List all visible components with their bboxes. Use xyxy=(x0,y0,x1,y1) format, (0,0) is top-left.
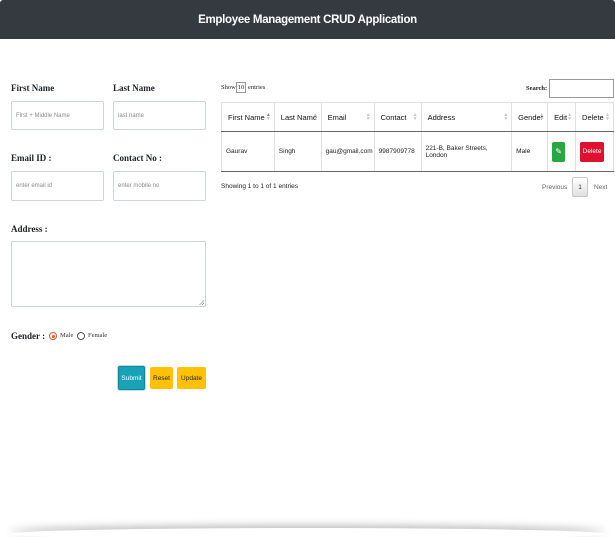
col-contact-label: Contact xyxy=(380,112,407,122)
employee-table: First Name ▲ ▼ Last Name ▲ ▼ Email ▲ ▼ Cont… xyxy=(221,102,614,172)
length-suffix: entries xyxy=(248,84,266,91)
first-name-label: First Name xyxy=(11,83,55,93)
search-input[interactable] xyxy=(549,79,614,98)
length-prefix: Show xyxy=(221,84,236,91)
contact-input[interactable]: enter mobile no xyxy=(113,171,206,201)
pagination-previous[interactable]: Previous xyxy=(542,184,567,191)
gender-male-radio[interactable] xyxy=(49,332,57,340)
email-input[interactable]: enter email id xyxy=(11,171,104,201)
col-address[interactable]: Address ▲ ▼ xyxy=(421,102,513,132)
pagination-page-1[interactable]: 1 xyxy=(572,177,588,197)
cell-last-name: Singh xyxy=(274,131,322,172)
sort-icon: ▲ ▼ xyxy=(503,112,509,122)
app-title: Employee Management CRUD Application xyxy=(198,13,417,26)
email-placeholder: enter email id xyxy=(16,183,53,189)
contact-label: Contact No : xyxy=(113,153,162,163)
gender-female-label: Female xyxy=(88,332,108,339)
table-row: Gaurav Singh gau@gmail.com 9987909778 22… xyxy=(221,131,614,172)
pencil-icon: ✎ xyxy=(555,147,562,156)
app-header: Employee Management CRUD Application xyxy=(0,0,615,39)
cell-first-name: Gaurav xyxy=(221,131,275,172)
contact-placeholder: enter mobile no xyxy=(118,183,160,189)
col-last-name-label: Last Name xyxy=(280,112,318,122)
first-name-placeholder: First + Middle Name xyxy=(16,112,70,119)
col-edit[interactable]: Edit ▲ ▼ xyxy=(547,102,577,132)
table-header-row: First Name ▲ ▼ Last Name ▲ ▼ Email ▲ ▼ Cont… xyxy=(221,102,614,132)
col-email-label: Email xyxy=(327,112,347,122)
last-name-label: Last Name xyxy=(113,83,155,93)
sort-icon: ▲ ▼ xyxy=(312,112,318,122)
col-email[interactable]: Email ▲ ▼ xyxy=(321,102,375,132)
col-delete-label: Delete xyxy=(582,112,604,122)
reset-button[interactable]: Reset xyxy=(150,367,173,389)
col-delete[interactable]: Delete ▲ ▼ xyxy=(575,102,614,132)
update-button[interactable]: Update xyxy=(177,367,206,389)
col-contact[interactable]: Contact ▲ ▼ xyxy=(374,102,422,132)
search-label: Search: xyxy=(526,85,548,92)
sort-icon: ▲ ▼ xyxy=(605,112,610,122)
edit-button[interactable]: ✎ xyxy=(552,141,566,162)
address-label: Address : xyxy=(11,224,48,234)
gender-male-label: Male xyxy=(60,332,74,339)
pagination-next[interactable]: Next xyxy=(594,184,607,191)
col-first-name[interactable]: First Name ▲ ▼ xyxy=(221,102,275,132)
gender-female-radio[interactable] xyxy=(77,332,85,340)
sort-icon: ▲ ▼ xyxy=(412,112,418,122)
col-address-label: Address xyxy=(427,112,456,122)
page-bottom-shadow xyxy=(10,528,605,537)
sort-icon: ▲ ▼ xyxy=(567,112,573,122)
last-name-input[interactable]: last name xyxy=(113,101,206,130)
cell-address: 221-B, Baker Streets, London xyxy=(421,131,513,172)
cell-delete: Delete xyxy=(575,131,614,172)
length-select[interactable]: 10 xyxy=(236,82,246,93)
cell-email: gau@gmail.com xyxy=(321,131,375,172)
cell-edit: ✎ xyxy=(547,131,577,172)
sort-icon: ▲ ▼ xyxy=(539,112,545,122)
address-textarea[interactable] xyxy=(11,241,206,307)
first-name-input[interactable]: First + Middle Name xyxy=(11,101,104,130)
last-name-placeholder: last name xyxy=(118,112,145,119)
col-gender[interactable]: Gender ▲ ▼ xyxy=(511,102,549,132)
submit-button[interactable]: Submit xyxy=(118,366,145,390)
email-label: Email ID : xyxy=(11,153,52,163)
col-first-name-label: First Name xyxy=(228,112,265,122)
col-edit-label: Edit xyxy=(554,112,568,122)
col-last-name[interactable]: Last Name ▲ ▼ xyxy=(274,102,322,132)
sort-icon: ▲ ▼ xyxy=(365,112,371,122)
delete-button[interactable]: Delete xyxy=(580,141,605,162)
table-info: Showing 1 to 1 of 1 entries xyxy=(221,183,298,190)
cell-gender: Male xyxy=(511,131,549,172)
sort-asc-icon: ▲ ▼ xyxy=(265,112,271,122)
resize-grip-icon[interactable] xyxy=(199,300,204,305)
cell-contact: 9987909778 xyxy=(374,131,422,172)
gender-label: Gender : xyxy=(11,331,46,341)
